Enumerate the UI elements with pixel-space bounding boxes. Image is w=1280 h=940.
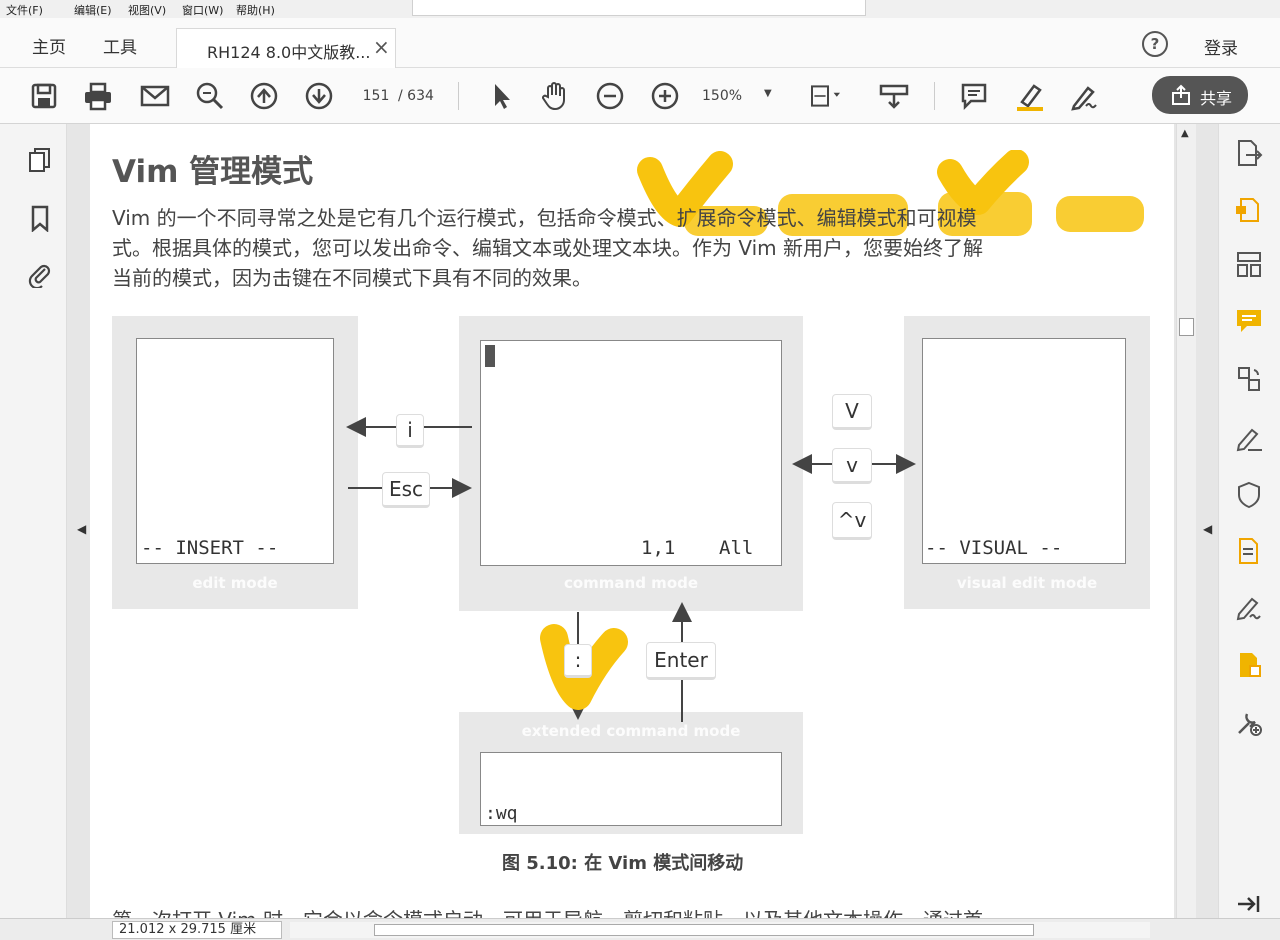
right-tools-pane <box>1218 124 1280 922</box>
close-icon[interactable]: × <box>373 35 390 59</box>
comment-tool-icon[interactable] <box>1234 306 1264 336</box>
print-icon[interactable] <box>82 80 114 112</box>
page-fit-icon[interactable] <box>808 80 840 112</box>
figure-caption: 图 5.10: 在 Vim 模式间移动 <box>502 853 744 874</box>
share-label: 共享 <box>1200 89 1233 108</box>
title-blank-area <box>412 0 866 16</box>
sign-icon[interactable] <box>1068 80 1100 112</box>
edit-pdf-icon[interactable] <box>1234 422 1264 452</box>
highlight-icon[interactable] <box>1014 80 1046 112</box>
key-ctrl-v: ^v <box>832 502 872 540</box>
tab-document-title: RH124 8.0中文版教... <box>207 43 371 62</box>
share-button[interactable]: 共享 <box>1152 76 1248 114</box>
zoom-select[interactable]: 150% <box>702 88 742 104</box>
protect-icon[interactable] <box>1234 480 1264 510</box>
scroll-mode-icon[interactable] <box>878 80 910 112</box>
expand-panel-icon[interactable] <box>1234 892 1264 916</box>
horizontal-scrollbar[interactable] <box>290 922 1150 938</box>
mail-icon[interactable] <box>139 80 171 112</box>
toolbar-divider <box>934 82 935 110</box>
status-bar: 21.012 x 29.715 厘米 <box>0 918 1280 940</box>
fill-sign-icon[interactable] <box>1234 592 1264 622</box>
tab-bar: 主页 工具 RH124 8.0中文版教... × ? 登录 <box>0 18 1280 68</box>
scroll-up-icon[interactable]: ▲ <box>1181 128 1189 139</box>
scrollbar-thumb[interactable] <box>1179 318 1194 336</box>
tab-home[interactable]: 主页 <box>32 33 66 58</box>
bookmark-icon[interactable] <box>26 204 54 233</box>
page-total: / 634 <box>398 88 434 104</box>
send-for-review-icon[interactable] <box>1234 650 1264 680</box>
create-pdf-icon[interactable] <box>1234 194 1264 224</box>
key-enter: Enter <box>646 642 716 680</box>
chevron-down-icon[interactable]: ▼ <box>764 88 772 99</box>
attachment-icon[interactable] <box>26 260 54 290</box>
send-for-signature-icon[interactable] <box>1234 536 1264 566</box>
zoom-in-icon[interactable] <box>649 80 681 112</box>
menu-bar: 文件(F) 编辑(E) 视图(V) 窗口(W) 帮助(H) <box>0 0 1280 18</box>
key-esc: Esc <box>382 472 430 508</box>
tab-document[interactable]: RH124 8.0中文版教... × <box>176 28 396 68</box>
collapse-left-pane-icon[interactable]: ◀ <box>77 522 86 536</box>
next-page-icon[interactable] <box>303 80 335 112</box>
figure-arrows <box>346 417 916 722</box>
key-colon: : <box>564 644 592 678</box>
comment-icon[interactable] <box>958 80 990 112</box>
zoom-out-icon[interactable] <box>594 80 626 112</box>
page-dimensions: 21.012 x 29.715 厘米 <box>112 921 282 939</box>
collapse-right-pane-icon[interactable]: ◀ <box>1203 522 1212 536</box>
search-icon[interactable] <box>194 80 226 112</box>
key-v: v <box>832 448 872 484</box>
export-pdf-icon[interactable] <box>1234 138 1264 168</box>
key-i: i <box>396 414 424 448</box>
page-number-input[interactable]: 151 <box>356 82 396 110</box>
menu-view[interactable]: 视图(V) <box>128 2 166 18</box>
share-icon <box>1172 84 1190 105</box>
menu-window[interactable]: 窗口(W) <box>182 2 223 18</box>
prev-page-icon[interactable] <box>248 80 280 112</box>
menu-edit[interactable]: 编辑(E) <box>74 2 112 18</box>
select-cursor-icon[interactable] <box>486 80 518 112</box>
toolbar: 151 / 634 150% ▼ 共享 <box>0 68 1280 124</box>
login-button[interactable]: 登录 <box>1204 34 1238 59</box>
save-icon[interactable] <box>28 80 60 112</box>
scrollbar-thumb[interactable] <box>374 924 1034 936</box>
combine-files-icon[interactable] <box>1234 364 1264 394</box>
menu-help[interactable]: 帮助(H) <box>236 2 275 18</box>
hand-tool-icon[interactable] <box>539 80 571 112</box>
pdf-page: Vim 管理模式 Vim 的一个不同寻常之处是它有几个运行模式，包括命令模式、扩… <box>90 124 1174 922</box>
tab-tools[interactable]: 工具 <box>103 33 137 58</box>
toolbar-divider <box>458 82 459 110</box>
vertical-scrollbar[interactable]: ▲ <box>1176 124 1196 922</box>
menu-file[interactable]: 文件(F) <box>6 2 43 18</box>
key-shift-v: V <box>832 394 872 430</box>
left-navigation-pane <box>0 124 67 922</box>
organize-pages-icon[interactable] <box>1234 250 1264 280</box>
more-tools-icon[interactable] <box>1234 708 1264 738</box>
help-icon[interactable]: ? <box>1142 31 1168 57</box>
page-thumbnails-icon[interactable] <box>26 146 54 174</box>
